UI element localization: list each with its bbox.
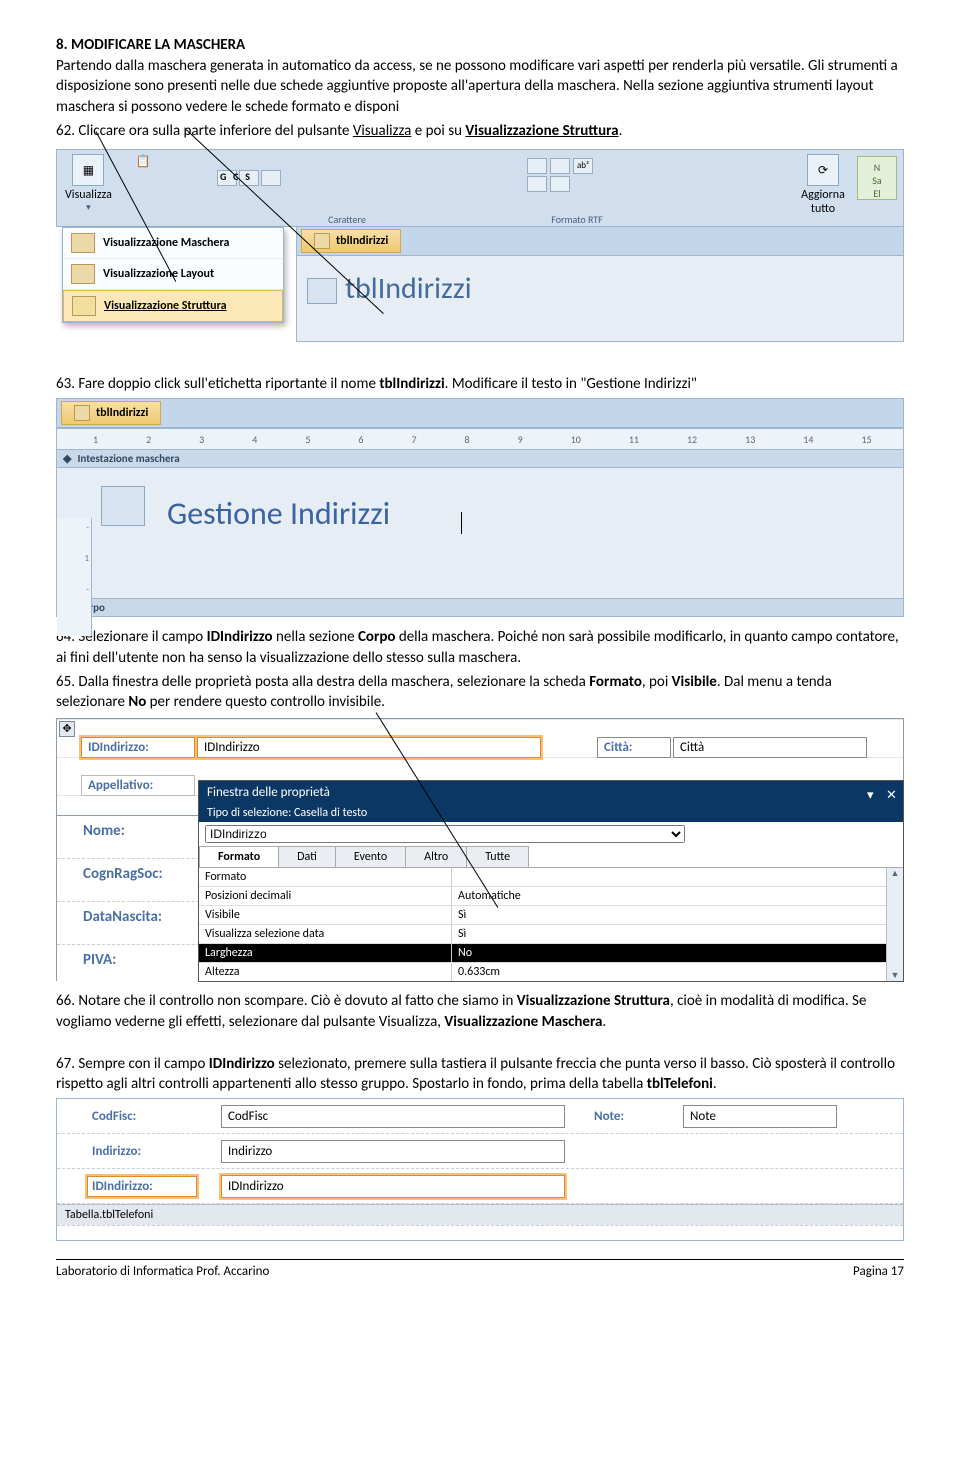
intro-paragraph: Partendo dalla maschera generata in auto…	[56, 56, 904, 117]
layout-icon	[71, 264, 95, 284]
indent-dec-button[interactable]	[527, 176, 547, 192]
cognragsoc-label[interactable]: CognRagSoc:	[83, 865, 163, 883]
field-label[interactable]: CodFisc:	[87, 1106, 197, 1127]
piva-label[interactable]: PIVA:	[83, 951, 116, 969]
table-caption-bar: Tabella.tblTelefoni	[57, 1204, 903, 1225]
footer-right: Pagina 17	[853, 1264, 904, 1279]
propsheet-tabs: FormatoDatiEventoAltroTutte	[199, 846, 903, 868]
carattere-group: Carattere	[287, 213, 407, 226]
form-canvas: tblIndirizzi	[296, 256, 904, 342]
page-footer: Laboratorio di Informatica Prof. Accarin…	[56, 1259, 904, 1307]
list-button[interactable]	[527, 158, 547, 174]
form-tab-icon	[74, 405, 90, 421]
tabstrip-2: tblIndirizzi	[56, 398, 904, 428]
aggiorna-button[interactable]: ⟳ Aggiorna tutto	[793, 154, 853, 216]
scroll-up-icon: ▲	[891, 868, 900, 879]
step-62: 62. Cliccare ora sulla parte inferiore d…	[56, 121, 904, 141]
appellativo-label[interactable]: Appellativo:	[81, 775, 195, 796]
paste-icon: 📋	[130, 154, 156, 184]
step-66: 66. Notare che il controllo non scompare…	[56, 991, 904, 1032]
prop-tab-dati[interactable]: Dati	[278, 846, 336, 867]
step-64: 64. Selezionare il campo IDIndirizzo nel…	[56, 627, 904, 668]
refresh-icon: ⟳	[807, 154, 839, 186]
ribbon: ▦ Visualizza ▾ 📋 G C S ab² ⟳ Aggiorna tu…	[56, 149, 904, 227]
section-header-bar: ◆ Intestazione maschera	[56, 450, 904, 468]
gestione-label[interactable]: Gestione Indirizzi	[167, 494, 390, 533]
propsheet-close-icon[interactable]: ✕	[886, 788, 895, 797]
step-63: 63. Fare doppio click sull'etichetta rip…	[56, 374, 904, 394]
field-label[interactable]: Indirizzo:	[87, 1141, 197, 1162]
move-handle-icon[interactable]: ✥	[59, 721, 75, 737]
prop-tab-tutte[interactable]: Tutte	[466, 846, 529, 867]
property-sheet: Finestra delle proprietà ▾ ✕ Tipo di sel…	[198, 780, 904, 982]
footer-left: Laboratorio di Informatica Prof. Accarin…	[56, 1264, 269, 1279]
indent-inc-button[interactable]	[550, 176, 570, 192]
citta-field[interactable]: Città	[673, 737, 867, 758]
form-view-icon: ▦	[72, 154, 104, 186]
design-row: CodFisc: CodFisc Note: Note	[57, 1099, 903, 1134]
text-cursor	[461, 512, 462, 534]
ruler: 123456789101112131415	[56, 428, 904, 450]
design-icon	[72, 296, 96, 316]
form-header-icon	[101, 486, 145, 526]
dropdown-item-maschera[interactable]: Visualizzazione Maschera	[63, 228, 283, 259]
prop-tab-evento[interactable]: Evento	[335, 846, 406, 867]
datanascita-label[interactable]: DataNascita:	[83, 908, 162, 926]
idindirizzo-label[interactable]: IDIndirizzo:	[81, 737, 195, 758]
ab-button[interactable]: ab²	[573, 158, 593, 174]
visualizza-button[interactable]: ▦ Visualizza ▾	[65, 154, 112, 213]
prop-tab-formato[interactable]: Formato	[199, 846, 279, 867]
italic-button[interactable]	[239, 170, 259, 186]
underline-button[interactable]	[261, 170, 281, 186]
figure-1: ▦ Visualizza ▾ 📋 G C S ab² ⟳ Aggiorna tu…	[56, 149, 904, 374]
section-expand-icon: ◆	[63, 452, 71, 465]
step-67: 67. Sempre con il campo IDIndirizzo sele…	[56, 1054, 904, 1095]
design-row: Indirizzo: Indirizzo	[57, 1134, 903, 1169]
tabstrip: tblIndirizzi	[296, 227, 904, 256]
design-row: IDIndirizzo: IDIndirizzo	[57, 1169, 903, 1204]
propsheet-property-list: FormatoPosizioni decimaliAutomaticheVisi…	[199, 868, 886, 981]
prop-row[interactable]: Altezza0.633cm	[199, 963, 886, 981]
prop-row[interactable]: VisibileSì	[199, 906, 886, 925]
tab-tblindirizzi-2[interactable]: tblIndirizzi	[61, 401, 161, 425]
propsheet-subtitle: Tipo di selezione: Casella di testo	[199, 804, 903, 822]
note-label[interactable]: Note:	[589, 1106, 659, 1127]
propsheet-title: Finestra delle proprietà	[207, 785, 330, 800]
bold-button[interactable]	[217, 170, 237, 186]
numbered-button[interactable]	[550, 158, 570, 174]
new-record-icon: NSaEl	[857, 156, 897, 200]
citta-label[interactable]: Città:	[597, 737, 671, 758]
prop-row[interactable]: Formato	[199, 868, 886, 887]
idindirizzo-field[interactable]: IDIndirizzo	[197, 737, 541, 758]
incolla-button[interactable]: 📋	[121, 154, 165, 186]
field-box[interactable]: Indirizzo	[221, 1140, 565, 1163]
section-heading: 8. MODIFICARE LA MASCHERA	[56, 36, 904, 54]
step-65: 65. Dalla finestra delle proprietà posta…	[56, 672, 904, 713]
note-field[interactable]: Note	[683, 1105, 837, 1128]
figure-2: tblIndirizzi 123456789101112131415 ◆ Int…	[56, 398, 904, 617]
prop-tab-altro[interactable]: Altro	[405, 846, 467, 867]
prop-row[interactable]: Posizioni decimaliAutomatiche	[199, 887, 886, 906]
scroll-down-icon: ▼	[891, 970, 900, 981]
design-surface: -1- Gestione Indirizzi	[56, 468, 904, 599]
figure-3: ✥ IDIndirizzo: IDIndirizzo Città: Città …	[56, 718, 904, 981]
figure-4: CodFisc:CodFiscNote:NoteIndirizzo:Indiri…	[56, 1098, 904, 1241]
dropdown-item-struttura[interactable]: Visualizzazione Struttura	[63, 290, 283, 322]
nome-label[interactable]: Nome:	[83, 822, 125, 840]
prop-row[interactable]: Visualizza selezione dataSì	[199, 925, 886, 944]
vertical-ruler: -1-	[57, 518, 92, 636]
form-icon	[307, 278, 337, 304]
propsheet-scrollbar[interactable]: ▲▼	[886, 868, 903, 981]
field-box[interactable]: IDIndirizzo	[221, 1175, 565, 1198]
form-title-label: tblIndirizzi	[297, 256, 903, 307]
propsheet-dropdown-icon[interactable]: ▾	[867, 788, 876, 797]
form-tab-icon	[314, 233, 330, 249]
prop-row[interactable]: LarghezzaNo	[199, 944, 886, 963]
section-corpo-bar: ◆ Corpo	[56, 599, 904, 617]
field-label[interactable]: IDIndirizzo:	[87, 1176, 197, 1197]
rtf-group: Formato RTF	[517, 213, 637, 226]
propsheet-object-select[interactable]: IDIndirizzo	[205, 825, 685, 843]
form-icon	[71, 233, 95, 253]
field-box[interactable]: CodFisc	[221, 1105, 565, 1128]
